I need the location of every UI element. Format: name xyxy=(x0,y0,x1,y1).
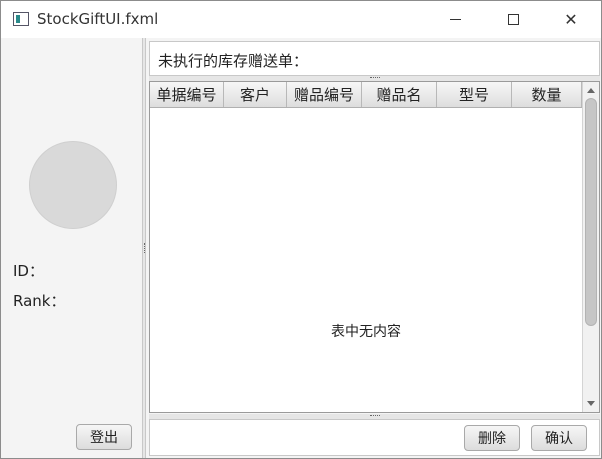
column-header-gift-name[interactable]: 赠品名 xyxy=(362,82,437,107)
maximize-icon xyxy=(507,14,519,25)
user-info-pane: ID： Rank： 登出 xyxy=(1,38,142,458)
split-grip-icon xyxy=(144,243,145,253)
minimize-button[interactable] xyxy=(432,1,478,38)
vertical-scrollbar[interactable] xyxy=(582,82,599,412)
maximize-button[interactable] xyxy=(490,1,536,38)
app-window: StockGiftUI.fxml ✕ ID： Rank： 登出 未执行的库存赠送… xyxy=(0,0,602,459)
logout-button[interactable]: 登出 xyxy=(76,424,132,450)
gift-orders-pane: 未执行的库存赠送单： 单据编号 客户 赠品编号 赠品名 型号 数量 表中无内容 xyxy=(146,38,601,458)
gift-orders-table[interactable]: 单据编号 客户 赠品编号 赠品名 型号 数量 表中无内容 xyxy=(149,81,600,413)
pending-orders-label: 未执行的库存赠送单： xyxy=(158,52,309,70)
table-header: 单据编号 客户 赠品编号 赠品名 型号 数量 xyxy=(150,82,582,108)
title-bar[interactable]: StockGiftUI.fxml ✕ xyxy=(1,1,601,38)
scroll-down-icon[interactable] xyxy=(587,401,595,406)
minimize-icon xyxy=(449,19,461,20)
confirm-button[interactable]: 确认 xyxy=(531,425,587,451)
window-title: StockGiftUI.fxml xyxy=(37,10,159,28)
action-bar: 删除 确认 xyxy=(149,419,600,456)
rank-label: Rank： xyxy=(13,292,66,310)
column-header-model[interactable]: 型号 xyxy=(437,82,512,107)
close-icon: ✕ xyxy=(564,10,578,29)
close-button[interactable]: ✕ xyxy=(548,1,594,38)
column-header-quantity[interactable]: 数量 xyxy=(512,82,582,107)
app-icon xyxy=(13,12,29,26)
split-grip-icon xyxy=(370,415,380,416)
split-grip-icon xyxy=(370,77,380,78)
pending-orders-header: 未执行的库存赠送单： xyxy=(149,41,600,76)
column-header-customer[interactable]: 客户 xyxy=(224,82,287,107)
column-header-order-no[interactable]: 单据编号 xyxy=(150,82,224,107)
scroll-thumb[interactable] xyxy=(585,98,597,326)
column-header-gift-no[interactable]: 赠品编号 xyxy=(287,82,362,107)
scroll-up-icon[interactable] xyxy=(587,88,595,93)
delete-button[interactable]: 删除 xyxy=(464,425,520,451)
empty-table-message: 表中无内容 xyxy=(331,324,401,340)
avatar xyxy=(29,141,117,229)
id-label: ID： xyxy=(13,262,44,280)
